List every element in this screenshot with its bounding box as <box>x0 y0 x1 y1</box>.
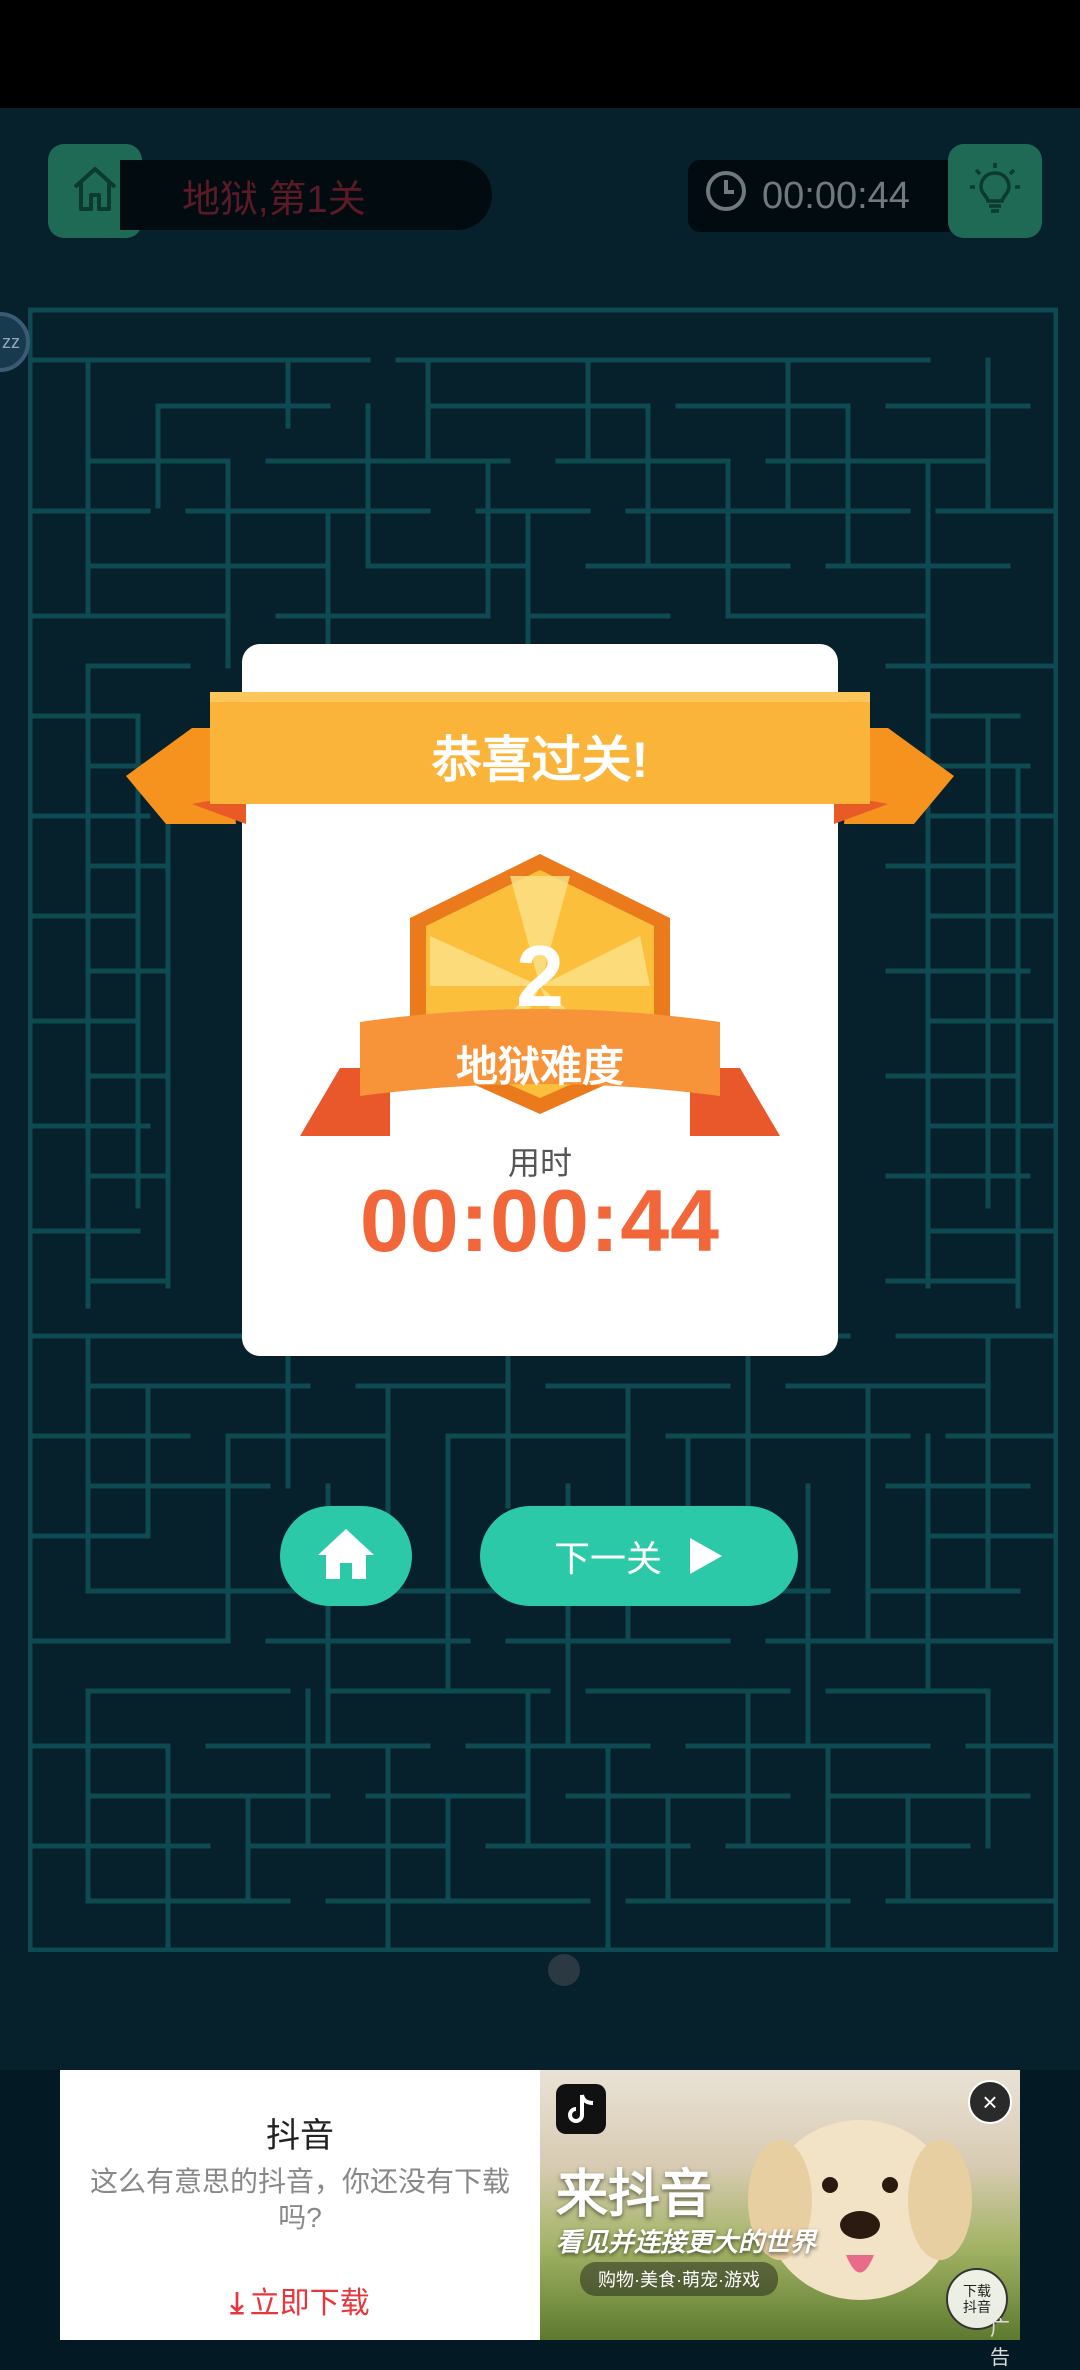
side-badge-text: zz <box>2 331 20 352</box>
close-icon[interactable]: × <box>968 2080 1012 2124</box>
hint-button[interactable] <box>948 144 1042 238</box>
download-icon: ⤓ <box>230 2287 244 2320</box>
badge-number: 2 <box>516 928 564 1025</box>
ad-brand: 来抖音 <box>556 2166 713 2224</box>
ad-title: 抖音 <box>266 2117 334 2155</box>
next-level-label: 下一关 <box>553 1538 662 1579</box>
ad-download-label: 立即下载 <box>249 2287 370 2320</box>
clock-icon <box>704 169 748 223</box>
timer: 00:00:44 <box>688 160 950 232</box>
ad-slogan: 看见并连接更大的世界 <box>556 2227 817 2257</box>
tiktok-logo-icon <box>556 2084 606 2134</box>
success-title: 恭喜过关! <box>431 732 649 788</box>
home-icon <box>69 163 121 220</box>
home-icon <box>316 1527 376 1586</box>
next-level-button[interactable]: 下一关 <box>480 1506 798 1606</box>
home-button[interactable] <box>280 1506 412 1606</box>
level-indicator: 地狱,第1关 <box>120 160 492 230</box>
lightbulb-icon <box>967 161 1023 222</box>
page-indicator-dot <box>548 1954 580 1986</box>
status-bar <box>0 0 1080 108</box>
ad-banner[interactable]: 抖音 这么有意思的抖音，你还没有下载吗? ⤓ 立即下载 来抖音 看见并连接更大的世… <box>60 2070 1020 2369</box>
ad-download-link[interactable]: ⤓ 立即下载 <box>60 2278 540 2322</box>
play-icon <box>688 1536 724 1576</box>
ad-tags: 购物·美食·萌宠·游戏 <box>580 2262 778 2296</box>
level-label: 地狱,第1关 <box>182 178 366 221</box>
ad-text-panel[interactable]: 抖音 这么有意思的抖音，你还没有下载吗? ⤓ 立即下载 <box>60 2070 540 2340</box>
ad-mark: 广告 <box>990 2318 1010 2369</box>
ad-download-badge-text: 下载 抖音 <box>963 2283 991 2315</box>
timer-text: 00:00:44 <box>762 174 910 217</box>
difficulty-label: 地狱难度 <box>455 1042 624 1090</box>
ad-description: 这么有意思的抖音，你还没有下载吗? <box>89 2166 510 2233</box>
time-used-value: 00:00:44 <box>359 1171 721 1270</box>
